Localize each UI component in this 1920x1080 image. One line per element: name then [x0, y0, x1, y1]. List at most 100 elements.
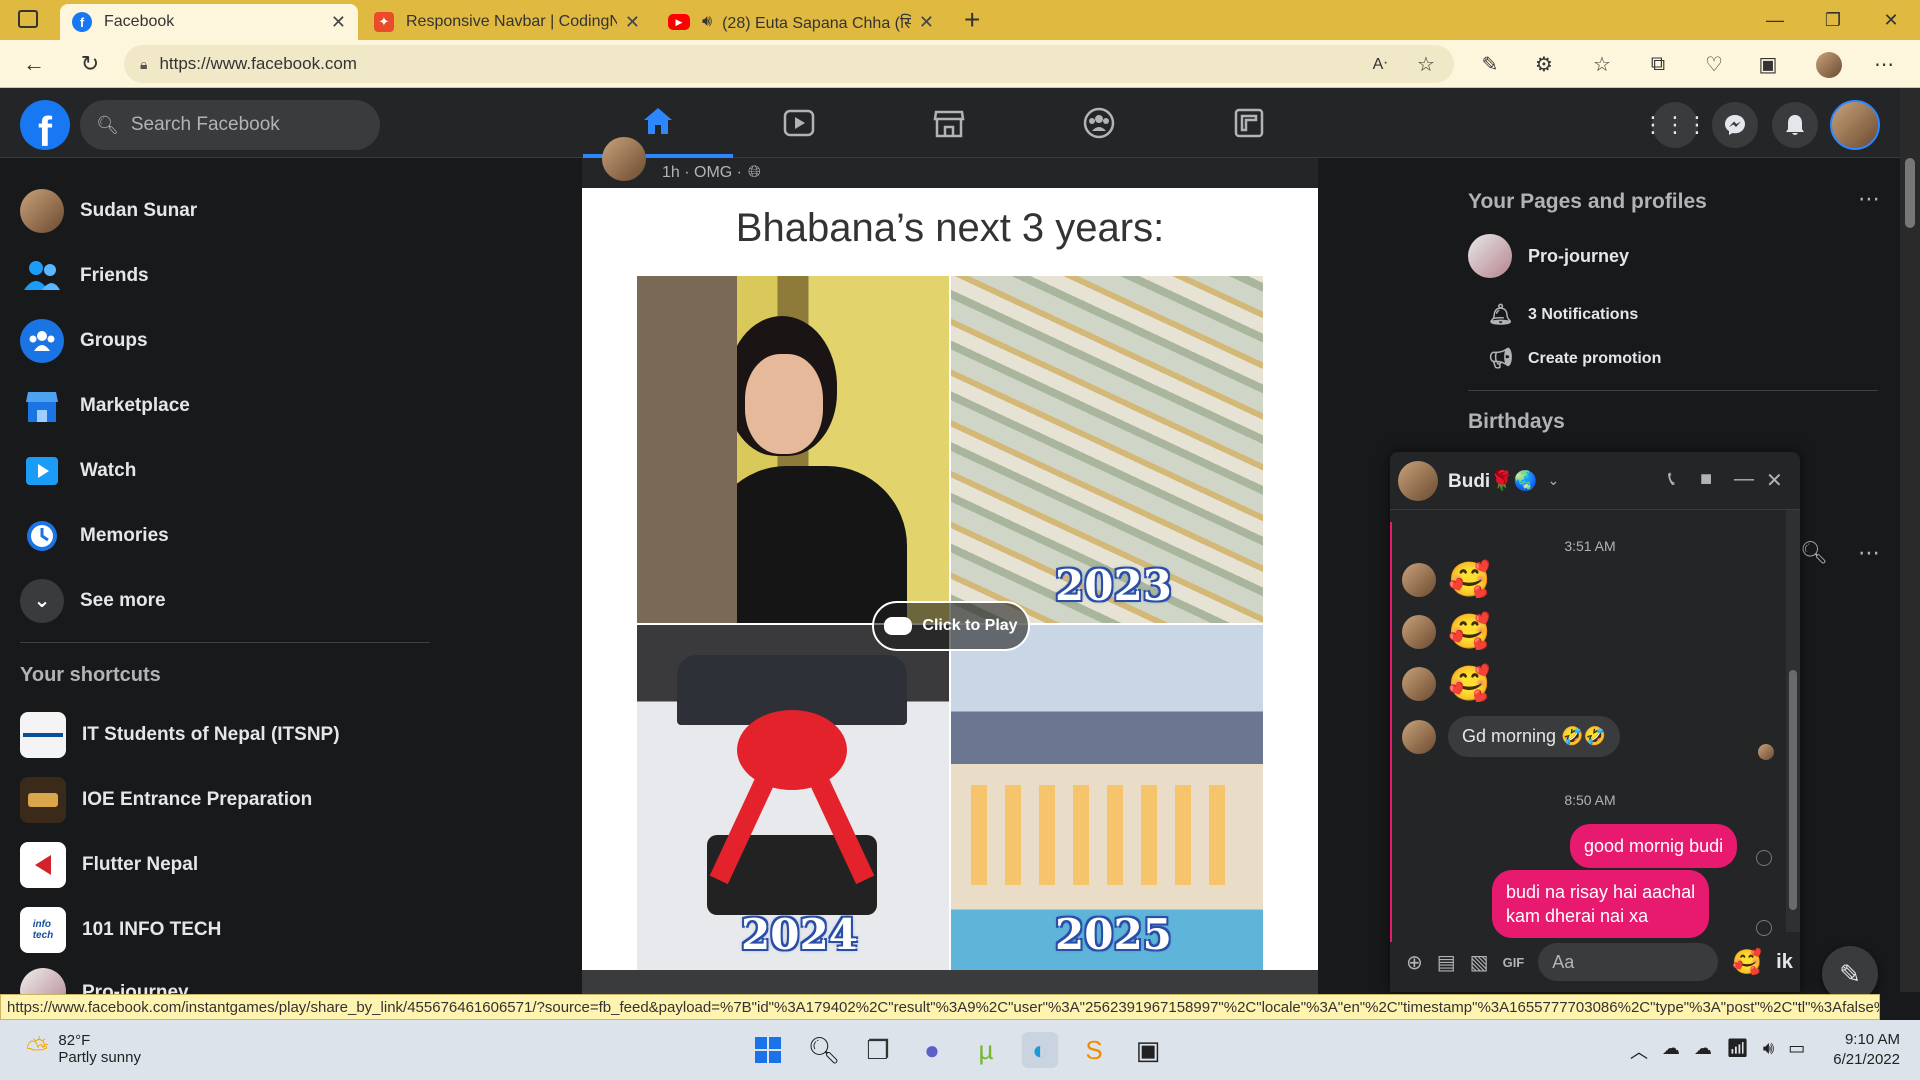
- close-window-icon[interactable]: ✕: [1862, 0, 1920, 40]
- battery-icon[interactable]: ▭: [1788, 1038, 1805, 1064]
- page-notifications-link[interactable]: 🔔︎ 3 Notifications: [1488, 302, 1638, 327]
- utorrent-icon[interactable]: µ: [968, 1032, 1004, 1068]
- system-tray: ︿ ☁ ☁ 📶︎ 🔊︎ ▭: [1630, 1038, 1805, 1064]
- sidebar-item-friends[interactable]: Friends: [10, 243, 430, 308]
- search-icon[interactable]: 🔍︎: [806, 1032, 842, 1068]
- post-image[interactable]: Bhabana’s next 3 years: 2023 2024 2025 C…: [582, 188, 1318, 970]
- shortcut-ioe[interactable]: IOE Entrance Preparation: [10, 767, 430, 832]
- video-call-icon[interactable]: ■: [1700, 468, 1712, 491]
- tab-facebook[interactable]: f Facebook ✕: [60, 4, 358, 40]
- create-promotion-label: Create promotion: [1528, 349, 1662, 367]
- chevron-down-icon[interactable]: ⌄: [1548, 472, 1560, 489]
- refresh-icon[interactable]: ↻: [72, 46, 108, 82]
- onedrive-icon[interactable]: ☁: [1662, 1038, 1680, 1064]
- create-promotion-link[interactable]: 📢︎ Create promotion: [1488, 346, 1661, 371]
- page-scrollbar-thumb[interactable]: [1905, 158, 1915, 228]
- minimize-chat-icon[interactable]: —: [1734, 468, 1754, 491]
- sidebar-item-memories[interactable]: Memories: [10, 503, 430, 568]
- chat-header[interactable]: Budi🌹🌏 ⌄ 📞︎ ■ — ✕: [1390, 452, 1800, 510]
- read-aloud-icon[interactable]: Aᐧ: [1366, 50, 1394, 78]
- shortcut-flutter-nepal[interactable]: Flutter Nepal: [10, 832, 430, 897]
- chat-scrollbar[interactable]: [1786, 510, 1800, 932]
- chat-scrollbar-thumb[interactable]: [1789, 670, 1797, 910]
- screenshot-icon[interactable]: ▣: [1754, 50, 1782, 78]
- image-icon[interactable]: ▤: [1437, 950, 1456, 975]
- page-pro-journey[interactable]: Pro-journey: [1468, 234, 1629, 278]
- task-view-icon[interactable]: ❐: [860, 1032, 896, 1068]
- search-contacts-icon[interactable]: 🔍︎: [1800, 540, 1828, 566]
- message-input[interactable]: Aa: [1538, 943, 1719, 981]
- quick-reaction-emoji[interactable]: 🥰: [1732, 948, 1762, 977]
- sidebar-see-more[interactable]: ⌄ See more: [10, 568, 430, 633]
- onedrive-sync-icon[interactable]: ☁: [1694, 1038, 1712, 1064]
- sender-avatar: [1402, 563, 1436, 597]
- nav-marketplace[interactable]: [874, 88, 1024, 158]
- page-name: Pro-journey: [1528, 245, 1630, 266]
- start-icon[interactable]: [750, 1032, 786, 1068]
- terminal-icon[interactable]: ▣: [1130, 1032, 1166, 1068]
- tab-youtube[interactable]: ▶ 🔊︎ (28) Euta Sapana Chha (सिरा ✕: [656, 4, 946, 40]
- sidebar-item-watch[interactable]: Watch: [10, 438, 430, 503]
- messenger-button[interactable]: [1712, 102, 1758, 148]
- sublime-text-icon[interactable]: S: [1076, 1032, 1112, 1068]
- tab-actions-icon[interactable]: [18, 10, 38, 28]
- extension-icon[interactable]: ✎: [1476, 50, 1504, 78]
- more-options-icon[interactable]: ⋯: [1858, 186, 1880, 212]
- search-input[interactable]: 🔍︎ Search Facebook: [80, 100, 380, 150]
- maximize-icon[interactable]: ❐: [1804, 0, 1862, 40]
- close-icon[interactable]: ✕: [625, 12, 640, 33]
- clock[interactable]: 9:10 AM 6/21/2022: [1820, 1030, 1900, 1070]
- shortcut-101-info-tech[interactable]: info tech 101 INFO TECH: [10, 897, 430, 962]
- sticker-icon[interactable]: ▧: [1470, 950, 1489, 975]
- tab-codingnepal[interactable]: ✦ Responsive Navbar | CodingNep ✕: [362, 4, 652, 40]
- edge-icon[interactable]: ◐: [1022, 1032, 1058, 1068]
- contacts-more-icon[interactable]: ⋯: [1858, 540, 1880, 566]
- speaker-icon[interactable]: 🔊︎: [702, 13, 712, 31]
- sidebar-item-label: Sudan Sunar: [80, 199, 198, 221]
- close-chat-icon[interactable]: ✕: [1766, 468, 1783, 493]
- volume-icon[interactable]: 🔊︎: [1763, 1038, 1774, 1064]
- gif-icon[interactable]: GIF: [1503, 955, 1525, 970]
- weather-widget[interactable]: ⛅︎ 82°F Partly sunny: [26, 1032, 141, 1066]
- new-tab-button[interactable]: +: [964, 4, 980, 36]
- favorites-icon[interactable]: ☆: [1588, 50, 1616, 78]
- click-to-play-button[interactable]: Click to Play: [872, 601, 1030, 651]
- add-icon[interactable]: ⊕: [1406, 950, 1423, 975]
- sidebar-item-label: Marketplace: [80, 394, 190, 416]
- collections-icon[interactable]: ⧉: [1644, 50, 1672, 78]
- bell-icon: 🔔︎: [1488, 304, 1514, 326]
- message-bubble[interactable]: Gd morning 🤣🤣: [1448, 716, 1620, 757]
- tab-label: Facebook: [104, 13, 175, 30]
- phone-icon[interactable]: 📞︎: [1668, 468, 1675, 491]
- close-icon[interactable]: ✕: [331, 12, 346, 33]
- chat-accent-line: [1390, 522, 1392, 942]
- notifications-button[interactable]: [1772, 102, 1818, 148]
- sidebar-item-marketplace[interactable]: Marketplace: [10, 373, 430, 438]
- sidebar-item-profile[interactable]: Sudan Sunar: [10, 178, 430, 243]
- teams-chat-icon[interactable]: ●: [914, 1032, 950, 1068]
- minimize-icon[interactable]: —: [1746, 0, 1804, 40]
- puzzle-icon[interactable]: ⚙: [1530, 50, 1558, 78]
- add-favorite-icon[interactable]: ☆: [1412, 50, 1440, 78]
- url-field[interactable]: 🔒︎ https://www.facebook.com: [124, 45, 1454, 83]
- more-menu-icon[interactable]: ⋯: [1870, 50, 1898, 78]
- menu-grid-button[interactable]: ⋮⋮⋮: [1642, 102, 1708, 148]
- page-scrollbar[interactable]: [1900, 88, 1920, 992]
- post-author-avatar[interactable]: [602, 137, 646, 181]
- wifi-icon[interactable]: 📶︎: [1726, 1038, 1749, 1064]
- tray-chevron-icon[interactable]: ︿: [1630, 1038, 1648, 1064]
- shortcut-itsnp[interactable]: IT Students of Nepal (ITSNP): [10, 702, 430, 767]
- message-bubble-outgoing[interactable]: budi na risay hai aachal kam dherai nai …: [1492, 870, 1710, 938]
- heart-icon[interactable]: ♡: [1700, 50, 1728, 78]
- shortcut-pro-journey[interactable]: Pro-journey: [10, 962, 430, 998]
- close-icon[interactable]: ✕: [919, 12, 934, 33]
- message-bubble-outgoing[interactable]: good mornig budi: [1570, 824, 1738, 868]
- nav-watch[interactable]: [724, 88, 874, 158]
- nav-gaming[interactable]: [1174, 88, 1324, 158]
- back-icon[interactable]: ←: [16, 46, 52, 82]
- account-avatar[interactable]: [1830, 100, 1880, 150]
- nav-groups[interactable]: [1024, 88, 1174, 158]
- facebook-logo[interactable]: f: [20, 100, 70, 150]
- sidebar-item-groups[interactable]: Groups: [10, 308, 430, 373]
- browser-profile-avatar[interactable]: [1816, 52, 1842, 78]
